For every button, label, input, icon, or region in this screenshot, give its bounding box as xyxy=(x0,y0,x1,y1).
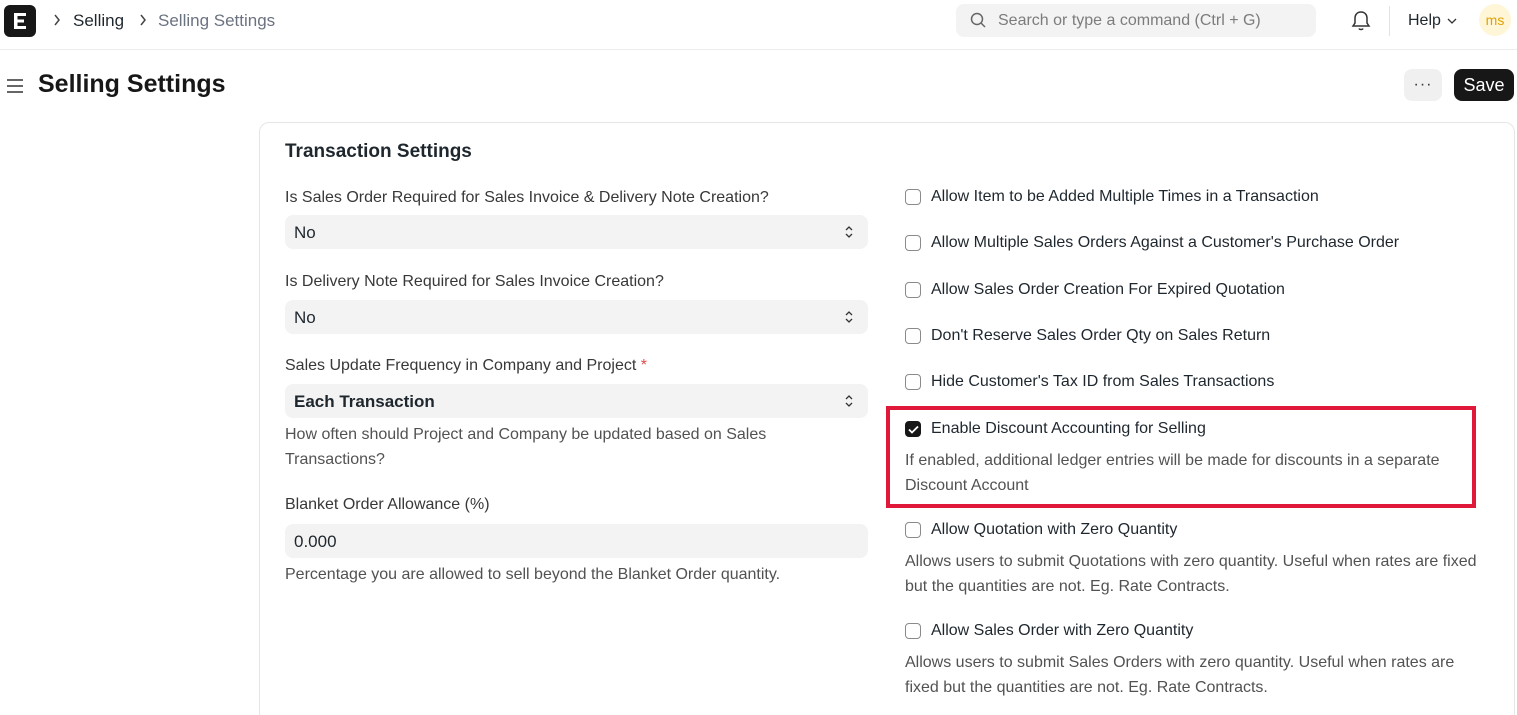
checkbox-label: Allow Multiple Sales Orders Against a Cu… xyxy=(931,234,1400,251)
app-logo[interactable] xyxy=(4,5,36,37)
dn-required-value: No xyxy=(294,308,316,327)
bell-icon[interactable] xyxy=(1351,10,1371,37)
so-required-value: No xyxy=(294,223,316,242)
avatar[interactable]: ms xyxy=(1479,4,1511,36)
select-arrows-icon xyxy=(845,395,853,407)
checkbox-label: Allow Quotation with Zero Quantity xyxy=(931,521,1178,538)
checkbox-description: Allows users to submit Quotations with z… xyxy=(905,553,1477,595)
select-arrows-icon xyxy=(845,311,853,323)
sales-update-frequency-select[interactable]: Each Transaction xyxy=(285,384,868,418)
checkbox-label: Don't Reserve Sales Order Qty on Sales R… xyxy=(931,327,1271,344)
checkbox-hide-tax-id[interactable]: Hide Customer's Tax ID from Sales Transa… xyxy=(905,373,1274,391)
checkbox[interactable] xyxy=(905,282,921,298)
checkbox-label: Allow Sales Order with Zero Quantity xyxy=(931,622,1194,639)
sidebar-toggle-icon[interactable] xyxy=(6,78,24,99)
checkbox-allow-multiple-sales-orders[interactable]: Allow Multiple Sales Orders Against a Cu… xyxy=(905,234,1399,252)
save-button[interactable]: Save xyxy=(1454,69,1514,101)
search-input[interactable] xyxy=(998,4,1308,37)
checkbox[interactable] xyxy=(905,374,921,390)
help-menu[interactable]: Help xyxy=(1408,12,1457,30)
checkbox-allow-quotation-zero-qty[interactable]: Allow Quotation with Zero Quantity xyxy=(905,521,1177,539)
required-mark: * xyxy=(640,357,647,374)
erpnext-logo-icon xyxy=(14,13,26,29)
more-actions-button[interactable]: ··· xyxy=(1404,69,1442,101)
dn-required-label: Is Delivery Note Required for Sales Invo… xyxy=(285,273,664,290)
highlight-box xyxy=(886,406,1476,508)
chevron-down-icon xyxy=(1447,18,1457,24)
so-required-select[interactable]: No xyxy=(285,215,868,249)
sales-update-frequency-label: Sales Update Frequency in Company and Pr… xyxy=(285,357,647,375)
checkbox[interactable] xyxy=(905,189,921,205)
sales-update-frequency-description: How often should Project and Company be … xyxy=(285,426,767,468)
blanket-order-allowance-value: 0.000 xyxy=(294,532,337,551)
checkbox[interactable] xyxy=(905,235,921,251)
checkbox[interactable] xyxy=(905,328,921,344)
checkbox[interactable] xyxy=(905,623,921,639)
select-arrows-icon xyxy=(845,226,853,238)
help-label: Help xyxy=(1408,12,1441,29)
navbar-divider xyxy=(1389,6,1390,36)
blanket-order-allowance-input[interactable]: 0.000 xyxy=(285,524,868,558)
checkbox[interactable] xyxy=(905,522,921,538)
sales-update-frequency-value: Each Transaction xyxy=(294,392,435,411)
checkbox-allow-so-expired-quotation[interactable]: Allow Sales Order Creation For Expired Q… xyxy=(905,281,1285,299)
checkbox-label: Hide Customer's Tax ID from Sales Transa… xyxy=(931,373,1275,390)
checkbox-allow-multiple-items[interactable]: Allow Item to be Added Multiple Times in… xyxy=(905,188,1319,206)
dn-required-select[interactable]: No xyxy=(285,300,868,334)
sales-update-frequency-label-text: Sales Update Frequency in Company and Pr… xyxy=(285,357,637,374)
checkbox-dont-reserve-qty[interactable]: Don't Reserve Sales Order Qty on Sales R… xyxy=(905,327,1270,345)
so-required-label: Is Sales Order Required for Sales Invoic… xyxy=(285,189,769,206)
search-bar[interactable] xyxy=(956,4,1316,37)
page-title: Selling Settings xyxy=(38,70,226,98)
breadcrumb-selling[interactable]: Selling xyxy=(73,11,124,31)
checkbox-description: Allows users to submit Sales Orders with… xyxy=(905,654,1455,696)
checkbox-label: Allow Sales Order Creation For Expired Q… xyxy=(931,281,1285,298)
top-navbar: Selling Selling Settings Help ms xyxy=(0,0,1517,50)
search-icon xyxy=(970,12,986,28)
blanket-order-allowance-label: Blanket Order Allowance (%) xyxy=(285,496,490,513)
chevron-right-icon xyxy=(139,13,147,29)
blanket-order-allowance-description: Percentage you are allowed to sell beyon… xyxy=(285,566,781,583)
breadcrumb-selling-settings[interactable]: Selling Settings xyxy=(158,11,275,31)
chevron-right-icon xyxy=(53,13,61,29)
section-title: Transaction Settings xyxy=(285,141,472,162)
checkbox-allow-so-zero-qty[interactable]: Allow Sales Order with Zero Quantity xyxy=(905,622,1193,640)
checkbox-label: Allow Item to be Added Multiple Times in… xyxy=(931,188,1319,205)
